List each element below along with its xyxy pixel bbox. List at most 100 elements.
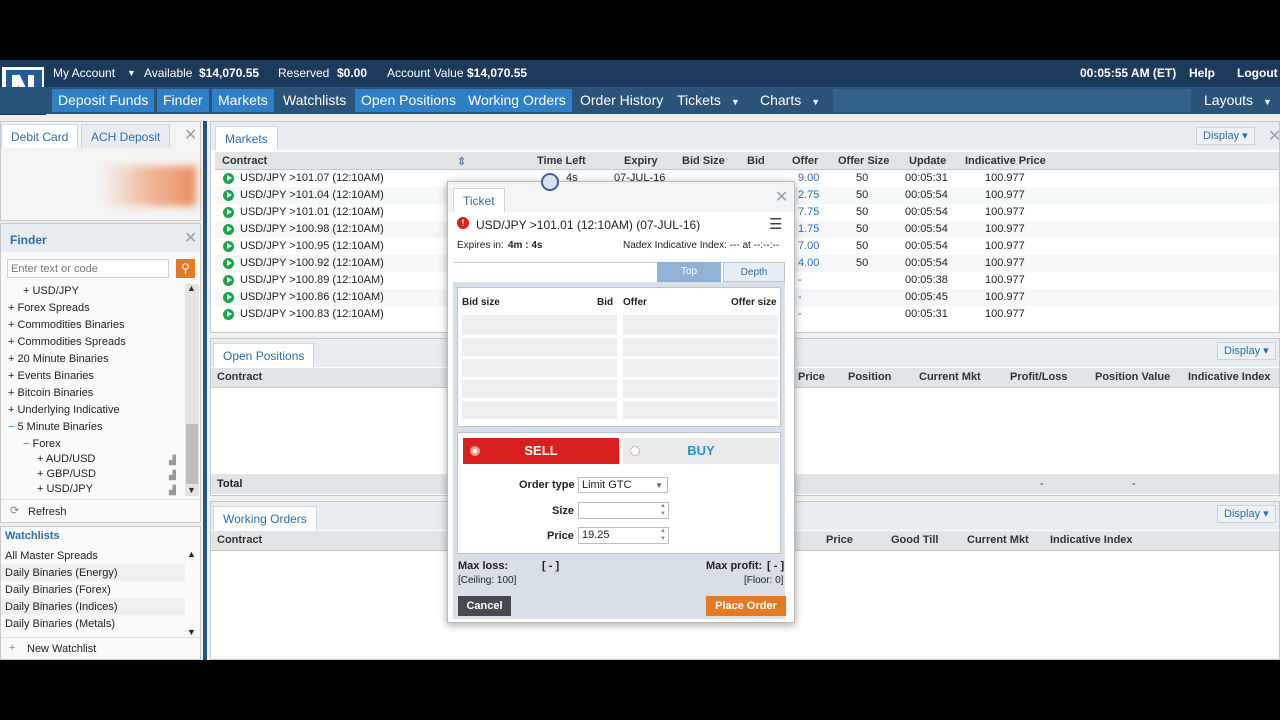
menu-icon[interactable]: ☰	[769, 215, 782, 233]
play-icon[interactable]	[223, 223, 234, 235]
finder-scrollbar[interactable]: ▲ ▼	[185, 283, 199, 496]
tree-item[interactable]: − 5 Minute Binaries	[8, 421, 103, 433]
play-icon[interactable]	[223, 257, 234, 269]
col-update[interactable]: Update	[909, 155, 946, 167]
cancel-button[interactable]: Cancel	[458, 596, 511, 616]
tree-item[interactable]: + Forex Spreads	[8, 302, 90, 314]
play-icon[interactable]	[223, 308, 234, 320]
play-icon[interactable]	[223, 291, 234, 303]
col-indicative-price[interactable]: Indicative Price	[965, 155, 1046, 167]
watchlist-item[interactable]: Daily Binaries (Forex)	[5, 584, 111, 596]
splitter[interactable]	[203, 121, 207, 660]
refresh-link[interactable]: Refresh	[28, 506, 67, 518]
tree-item[interactable]: + Events Binaries	[8, 370, 94, 382]
col-price[interactable]: Price	[798, 371, 825, 383]
nav-markets[interactable]: Markets	[212, 89, 274, 112]
stepper-icon[interactable]: ▲ ▼	[660, 502, 666, 518]
nav-layouts[interactable]: Layouts ▼	[1198, 89, 1276, 112]
tab-markets[interactable]: Markets	[215, 126, 278, 150]
col-bid-size[interactable]: Bid Size	[682, 155, 725, 167]
play-icon[interactable]	[223, 172, 234, 184]
chart-icon[interactable]: ▟	[169, 470, 176, 481]
col-contract[interactable]: Contract	[217, 371, 262, 383]
chart-icon[interactable]: ▟	[169, 485, 176, 496]
nav-working-orders[interactable]: Working Orders	[462, 89, 572, 112]
tree-item[interactable]: + Bitcoin Binaries	[8, 387, 93, 399]
my-account-menu[interactable]: My Account	[53, 66, 115, 80]
place-order-button[interactable]: Place Order	[706, 596, 786, 616]
refresh-icon[interactable]: ⟳	[10, 504, 19, 517]
col-position-value[interactable]: Position Value	[1095, 371, 1170, 383]
finder-search-input[interactable]	[7, 259, 169, 278]
tab-open-positions[interactable]: Open Positions	[213, 343, 315, 367]
nav-open-positions[interactable]: Open Positions	[355, 89, 462, 112]
col-contract[interactable]: Contract	[222, 155, 267, 167]
watchlist-item[interactable]: All Master Spreads	[5, 550, 98, 562]
close-icon[interactable]: ✕	[184, 228, 197, 248]
col-indicative-index[interactable]: Indicative Index	[1188, 371, 1271, 383]
play-icon[interactable]	[223, 206, 234, 218]
tree-item[interactable]: − Forex	[23, 438, 61, 450]
tree-item[interactable]: + USD/JPY	[23, 285, 79, 297]
row-offer[interactable]: 1.75	[798, 223, 819, 235]
order-type-select[interactable]: Limit GTC ▼	[578, 477, 668, 493]
search-icon[interactable]: ⚲	[176, 259, 195, 278]
row-offer[interactable]: 2.75	[798, 189, 819, 201]
help-link[interactable]: Help	[1189, 66, 1215, 80]
display-menu[interactable]: Display ▾	[1217, 342, 1276, 360]
tab-depth[interactable]: Depth	[723, 262, 785, 282]
row-offer[interactable]: 9.00	[798, 172, 819, 184]
nav-charts[interactable]: Charts ▼	[754, 89, 828, 112]
nav-order-history[interactable]: Order History	[574, 89, 669, 112]
col-profit-loss[interactable]: Profit/Loss	[1010, 371, 1067, 383]
col-current-mkt[interactable]: Current Mkt	[919, 371, 981, 383]
tree-item[interactable]: + 20 Minute Binaries	[8, 353, 109, 365]
account-chevron-icon[interactable]: ▼	[127, 68, 136, 78]
tab-working-orders[interactable]: Working Orders	[213, 506, 317, 530]
tab-top[interactable]: Top	[657, 262, 721, 282]
size-input[interactable]: ▲ ▼	[578, 502, 669, 519]
close-icon[interactable]: ✕	[775, 187, 788, 207]
col-contract[interactable]: Contract	[217, 534, 262, 546]
col-price[interactable]: Price	[826, 534, 853, 546]
add-icon[interactable]: +	[9, 642, 15, 654]
col-bid[interactable]: Bid	[747, 155, 765, 167]
tree-item[interactable]: + AUD/USD	[37, 453, 95, 465]
display-menu[interactable]: Display ▾	[1217, 505, 1276, 523]
nav-tickets[interactable]: Tickets ▼	[671, 89, 747, 112]
tab-debit-card[interactable]: Debit Card	[1, 124, 79, 148]
sell-button[interactable]: SELL	[463, 438, 619, 464]
col-expiry[interactable]: Expiry	[624, 155, 658, 167]
nav-watchlists[interactable]: Watchlists	[277, 89, 352, 112]
tree-item[interactable]: + USD/JPY	[37, 483, 93, 495]
close-icon[interactable]: ✕	[1268, 126, 1280, 146]
buy-button[interactable]: BUY	[623, 438, 779, 464]
row-offer[interactable]: -	[798, 291, 802, 303]
nav-deposit-funds[interactable]: Deposit Funds	[52, 89, 155, 112]
stepper-icon[interactable]: ▲ ▼	[660, 527, 666, 543]
watchlist-item[interactable]: Daily Binaries (Indices)	[1, 598, 185, 615]
chart-icon[interactable]: ▟	[169, 455, 176, 466]
display-menu[interactable]: Display ▾	[1196, 127, 1255, 145]
row-offer[interactable]: -	[798, 308, 802, 320]
scroll-up-icon[interactable]: ▲	[187, 549, 196, 559]
play-icon[interactable]	[223, 240, 234, 252]
new-watchlist-link[interactable]: New Watchlist	[27, 643, 96, 655]
row-offer[interactable]: 7.00	[798, 240, 819, 252]
nav-finder[interactable]: Finder	[157, 89, 209, 112]
tab-ticket[interactable]: Ticket	[453, 188, 505, 212]
play-icon[interactable]	[223, 274, 234, 286]
sort-icon[interactable]: ⇕	[457, 155, 466, 168]
row-offer[interactable]: -	[798, 274, 802, 286]
scroll-down-icon[interactable]: ▼	[187, 485, 196, 495]
play-icon[interactable]	[223, 189, 234, 201]
tab-ach-deposit[interactable]: ACH Deposit	[81, 124, 171, 148]
watchlist-item[interactable]: Daily Binaries (Metals)	[5, 618, 115, 630]
col-time-left[interactable]: Time Left	[537, 155, 586, 167]
col-offer[interactable]: Offer	[792, 155, 818, 167]
watchlist-item[interactable]: Daily Binaries (Energy)	[1, 564, 185, 581]
price-input[interactable]: 19.25 ▲ ▼	[578, 527, 669, 544]
tree-item[interactable]: + Commodities Binaries	[8, 319, 124, 331]
tree-item[interactable]: + Commodities Spreads	[8, 336, 126, 348]
close-icon[interactable]: ✕	[184, 125, 197, 145]
